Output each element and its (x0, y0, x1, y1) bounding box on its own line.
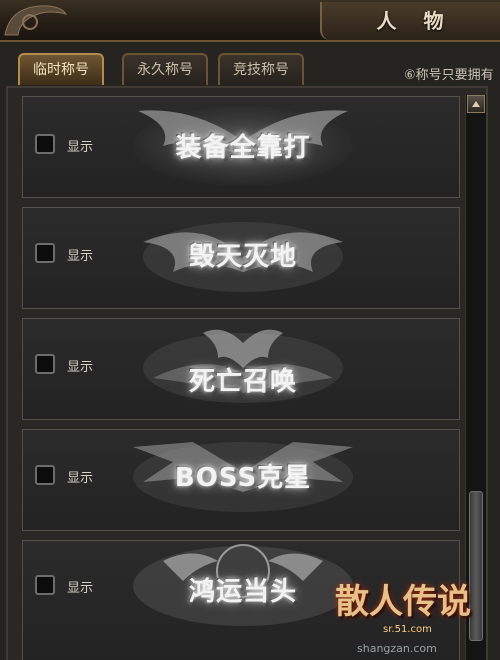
watermark-site: shangzan.com (357, 642, 437, 655)
show-checkbox[interactable] (35, 575, 55, 595)
tab-permanent-titles[interactable]: 永久称号 (122, 53, 208, 85)
title-row: 显示 BOSS克星 (22, 429, 460, 531)
show-label: 显示 (67, 360, 94, 375)
title-bar: 人 物 (0, 0, 500, 42)
tab-arena-titles[interactable]: 竞技称号 (218, 53, 304, 85)
show-checkbox[interactable] (35, 465, 55, 485)
watermark-logo: 散人传说 (335, 582, 471, 622)
show-checkbox[interactable] (35, 354, 55, 374)
title-row: 显示 装备全靠打 (22, 96, 460, 198)
show-label: 显示 (67, 581, 94, 596)
site-watermark: 散人传说 sr.51.com shangzan.com (335, 560, 500, 660)
title-emblem-text: 鸿运当头 (188, 577, 297, 607)
title-emblem-text: 死亡召唤 (188, 367, 297, 397)
scroll-up-button[interactable] (467, 95, 485, 113)
title-emblem-text: 装备全靠打 (175, 133, 311, 163)
title-hint-text: ⑥称号只要拥有 (404, 68, 494, 83)
corner-ornament-icon (4, 5, 68, 36)
show-label: 显示 (67, 471, 94, 486)
watermark-url: sr.51.com (383, 624, 432, 635)
tab-temporary-titles[interactable]: 临时称号 (18, 53, 104, 85)
show-checkbox[interactable] (35, 134, 55, 154)
title-emblem-text: 毁天灭地 (188, 242, 297, 272)
title-row: 显示 毁天灭地 (22, 207, 460, 309)
show-label: 显示 (67, 249, 94, 264)
show-checkbox[interactable] (35, 243, 55, 263)
window-title: 人 物 (376, 9, 454, 33)
title-emblem-text: BOSS克星 (174, 463, 312, 493)
title-row: 显示 死亡召唤 (22, 318, 460, 420)
arrow-up-icon (472, 101, 480, 107)
show-label: 显示 (67, 140, 94, 155)
